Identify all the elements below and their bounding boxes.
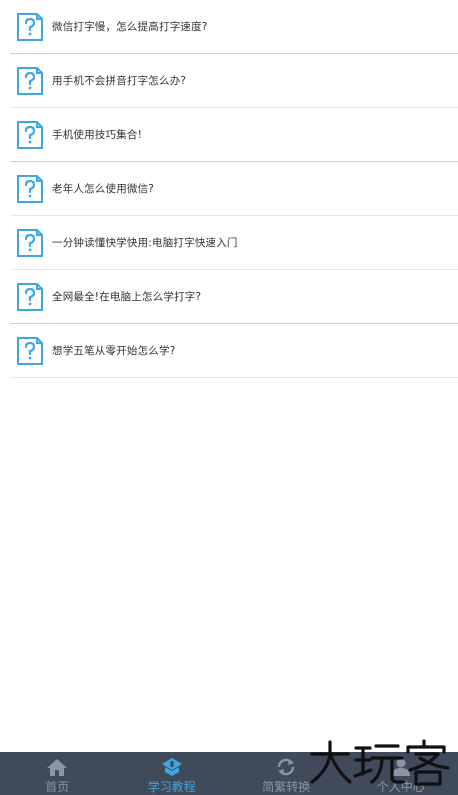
article-item[interactable]: 老年人怎么使用微信? (10, 162, 458, 216)
article-title: 手机使用技巧集合! (52, 129, 143, 141)
tutorial-icon (161, 758, 182, 776)
article-item[interactable]: 一分钟读懂快学快用:电脑打字快速入门 (10, 216, 458, 270)
article-title: 想学五笔从零开始怎么学? (52, 345, 176, 357)
article-item[interactable]: 手机使用技巧集合! (10, 108, 458, 162)
home-icon (47, 759, 68, 776)
watermark-logo (310, 739, 450, 786)
article-title: 全网最全!在电脑上怎么学打字? (52, 291, 202, 303)
article-title: 一分钟读懂快学快用:电脑打字快速入门 (52, 237, 238, 249)
convert-icon (278, 758, 295, 776)
article-item[interactable]: 想学五笔从零开始怎么学? (10, 324, 458, 378)
question-doc-icon (17, 228, 43, 257)
article-item[interactable]: 用手机不会拼音打字怎么办? (10, 54, 458, 108)
article-title: 老年人怎么使用微信? (52, 183, 155, 195)
tab-label: 首页 (45, 780, 70, 794)
question-doc-icon (17, 12, 43, 41)
question-doc-icon (17, 336, 43, 365)
article-item[interactable]: 全网最全!在电脑上怎么学打字? (10, 270, 458, 324)
article-item[interactable]: 微信打字慢，怎么提高打字速度? (10, 0, 458, 54)
question-doc-icon (17, 174, 43, 203)
article-title: 用手机不会拼音打字怎么办? (52, 75, 187, 87)
article-title: 微信打字慢，怎么提高打字速度? (52, 21, 208, 33)
question-doc-icon (17, 120, 43, 149)
tab-label: 学习教程 (147, 780, 196, 794)
tab-tutorials[interactable]: 学习教程 (115, 752, 230, 795)
article-list: 微信打字慢，怎么提高打字速度? 用手机不会拼音打字怎么办? 手机使用技巧集合! … (0, 0, 458, 378)
tab-home[interactable]: 首页 (0, 752, 115, 795)
tab-label: 简繁转换 (262, 780, 311, 794)
question-doc-icon (17, 282, 43, 311)
question-doc-icon (17, 66, 43, 95)
